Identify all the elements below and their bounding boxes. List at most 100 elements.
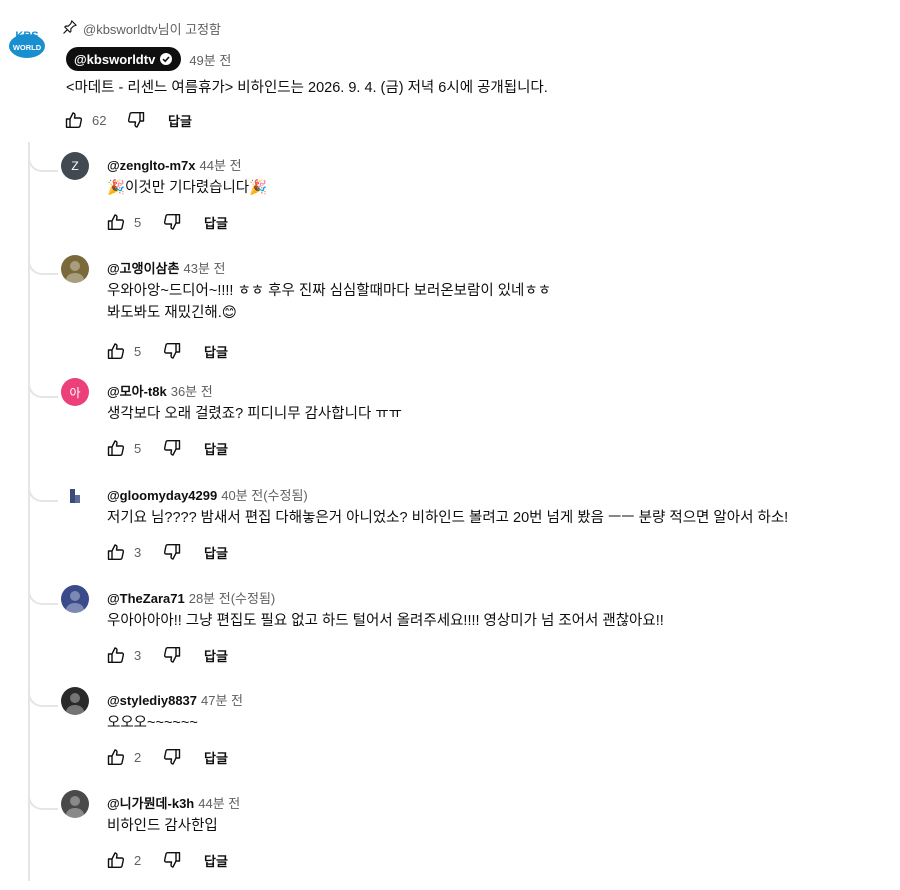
dislike-icon[interactable] — [162, 542, 182, 562]
like-count: 5 — [134, 343, 142, 359]
reply-button[interactable]: 답글 — [204, 342, 228, 361]
avatar[interactable] — [61, 255, 89, 283]
comment-text: 우와아앙~드디어~!!!! ㅎㅎ 후우 진짜 심심할때마다 보러온보람이 있네ㅎ… — [107, 280, 551, 324]
author-name[interactable]: @TheZara71 — [107, 591, 185, 606]
comment-time[interactable]: 36분 전 — [171, 384, 213, 399]
comment-actions: 2 답글 — [106, 747, 228, 767]
comment-time[interactable]: 47분 전 — [201, 693, 243, 708]
author-name[interactable]: @zenglto-m7x — [107, 158, 196, 173]
avatar[interactable] — [61, 687, 89, 715]
comment-header: @stylediy8837 47분 전 — [107, 690, 243, 709]
author-name[interactable]: @니가뭔데-k3h — [107, 796, 194, 811]
comment-time[interactable]: 44분 전 — [198, 796, 240, 811]
reply-button[interactable]: 답글 — [204, 543, 228, 562]
comment-text: 🎉이것만 기다렸습니다🎉 — [107, 177, 267, 199]
comment-actions: 2 답글 — [106, 850, 228, 870]
dislike-icon[interactable] — [162, 747, 182, 767]
author-name[interactable]: @stylediy8837 — [107, 693, 197, 708]
comment-time[interactable]: 40분 전(수정됨) — [221, 488, 308, 503]
thread-connector — [28, 245, 58, 275]
comment-line: 우아아아아!! 그냥 편집도 필요 없고 하드 털어서 올려주세요!!!! 영상… — [107, 613, 664, 629]
channel-avatar[interactable]: KBS WORLD — [6, 26, 48, 60]
reply-comment: @고앵이삼촌 43분 전우와아앙~드디어~!!!! ㅎㅎ 후우 진짜 심심할때마다… — [0, 245, 900, 360]
like-icon[interactable] — [106, 212, 126, 232]
comment-header: @고앵이삼촌 43분 전 — [107, 258, 225, 277]
reply-button[interactable]: 답글 — [204, 439, 228, 458]
like-count: 62 — [92, 112, 107, 128]
comment-line: 봐도봐도 재밌긴해.😊 — [107, 305, 237, 321]
reply-comment: @TheZara71 28분 전(수정됨) 우아아아아!! 그냥 편집도 필요 없고… — [0, 575, 900, 685]
reply-button[interactable]: 답글 — [204, 646, 228, 665]
comment-line: 🎉이것만 기다렸습니다🎉 — [107, 180, 268, 196]
like-count: 3 — [134, 544, 142, 560]
verified-icon — [160, 53, 173, 65]
reply-button[interactable]: 답글 — [204, 851, 228, 870]
comment-header: @모아-t8k 36분 전 — [107, 381, 213, 400]
thread-connector — [28, 677, 58, 707]
comment-actions: 5 답글 — [106, 438, 228, 458]
comment-header: @니가뭔데-k3h 44분 전 — [107, 793, 240, 812]
dislike-icon[interactable] — [162, 212, 182, 232]
author-name[interactable]: @모아-t8k — [107, 384, 167, 399]
comment-line: 저기요 님???? 밤새서 편집 다해놓은거 아니었소? 비하인드 볼려고 20… — [107, 510, 789, 526]
reply-button[interactable]: 답글 — [168, 111, 192, 130]
dislike-icon[interactable] — [162, 341, 182, 361]
comment-actions: 3 답글 — [106, 542, 228, 562]
author-name[interactable]: @고앵이삼촌 — [107, 261, 179, 276]
avatar[interactable]: Z — [61, 152, 89, 180]
dislike-icon[interactable] — [162, 850, 182, 870]
thread-connector — [28, 368, 58, 398]
like-icon[interactable] — [106, 747, 126, 767]
logo-world: WORLD — [13, 43, 42, 52]
like-count: 5 — [134, 214, 142, 230]
comment-time[interactable]: 49분 전 — [189, 50, 231, 69]
pinned-by-text: @kbsworldtv님이 고정함 — [83, 22, 222, 37]
comment-time[interactable]: 44분 전 — [200, 158, 242, 173]
comment-time[interactable]: 43분 전 — [183, 261, 225, 276]
reply-button[interactable]: 답글 — [204, 748, 228, 767]
dislike-icon[interactable] — [162, 438, 182, 458]
like-icon[interactable] — [106, 645, 126, 665]
thread-connector — [28, 142, 58, 172]
thread-connector — [28, 575, 58, 605]
pin-icon — [63, 20, 77, 37]
comment-text: 비하인드 감사한입 — [107, 815, 218, 837]
comment-line: 비하인드 감사한입 — [107, 818, 218, 834]
reply-comment: 아 @모아-t8k 36분 전 생각보다 오래 걸렸죠? 피디니무 감사합니다 ㅠㅠ 5… — [0, 368, 900, 478]
avatar[interactable] — [61, 790, 89, 818]
like-icon[interactable] — [106, 438, 126, 458]
like-count: 2 — [134, 749, 142, 765]
comment-text: 저기요 님???? 밤새서 편집 다해놓은거 아니었소? 비하인드 볼려고 20… — [107, 507, 788, 529]
like-icon[interactable] — [106, 542, 126, 562]
comment-actions: 5 답글 — [106, 341, 228, 361]
comment-time[interactable]: 28분 전(수정됨) — [189, 591, 276, 606]
like-count: 2 — [134, 852, 142, 868]
avatar[interactable] — [61, 482, 89, 510]
like-icon[interactable] — [64, 110, 84, 130]
comment-actions: 5 답글 — [106, 212, 228, 232]
pinned-comment-text: <마데트 - 리센느 여름휴가> 비하인드는 2026. 9. 4. (금) 저… — [66, 80, 548, 96]
dislike-icon[interactable] — [162, 645, 182, 665]
logo-kbs: KBS — [15, 30, 38, 42]
comment-header: @zenglto-m7x 44분 전 — [107, 155, 242, 174]
comment-text: 우아아아아!! 그냥 편집도 필요 없고 하드 털어서 올려주세요!!!! 영상… — [107, 610, 664, 632]
thread-connector — [28, 472, 58, 502]
dislike-icon[interactable] — [126, 110, 146, 130]
avatar[interactable]: 아 — [61, 378, 89, 406]
like-count: 5 — [134, 440, 142, 456]
comment-line: 우와아앙~드디어~!!!! ㅎㅎ 후우 진짜 심심할때마다 보러온보람이 있네ㅎ… — [107, 283, 552, 299]
comment-header: @TheZara71 28분 전(수정됨) — [107, 588, 275, 607]
reply-comment: @니가뭔데-k3h 44분 전비하인드 감사한입 2 답글 — [0, 780, 900, 890]
comment-header: @gloomyday4299 40분 전(수정됨) — [107, 485, 308, 504]
like-icon[interactable] — [106, 341, 126, 361]
comment-line: 오오오~~~~~~ — [107, 715, 198, 731]
author-name[interactable]: @gloomyday4299 — [107, 488, 217, 503]
pinned-label: @kbsworldtv님이 고정함 — [63, 19, 221, 38]
reply-button[interactable]: 답글 — [204, 213, 228, 232]
like-icon[interactable] — [106, 850, 126, 870]
channel-name-badge[interactable]: @kbsworldtv — [66, 47, 182, 71]
reply-comment: Z @zenglto-m7x 44분 전 🎉이것만 기다렸습니다🎉 5 답글 — [0, 142, 900, 252]
reply-comment: @gloomyday4299 40분 전(수정됨) 저기요 님???? 밤새서 편집… — [0, 472, 900, 582]
avatar[interactable] — [61, 585, 89, 613]
thread-connector — [28, 780, 58, 810]
